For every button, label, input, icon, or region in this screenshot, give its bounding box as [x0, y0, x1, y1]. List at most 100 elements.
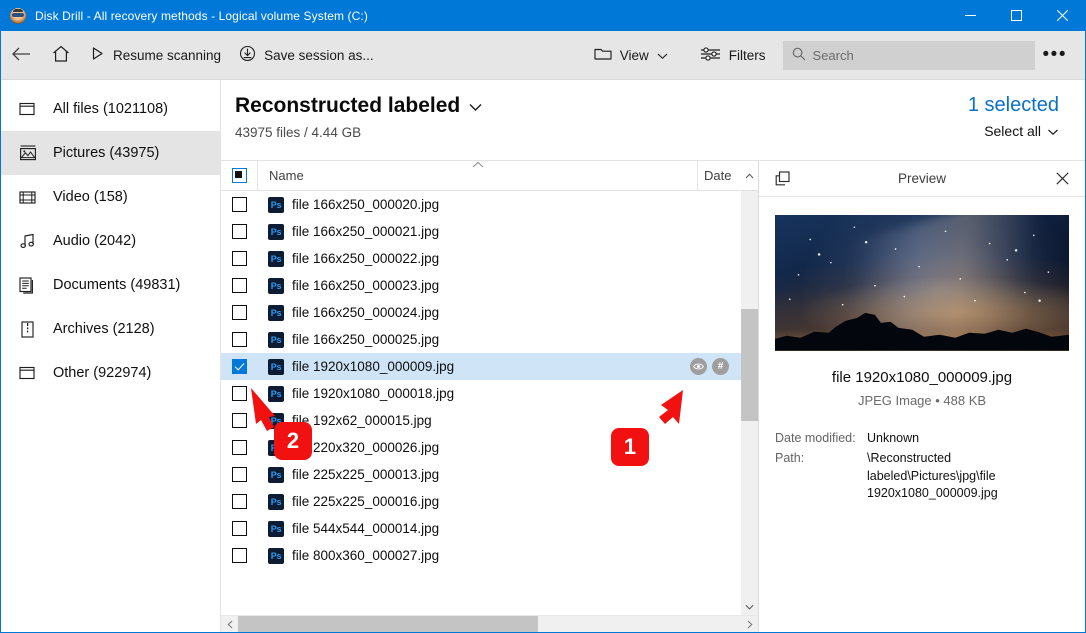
maximize-button[interactable]	[993, 0, 1039, 31]
scroll-down-button[interactable]	[741, 598, 758, 615]
page-title-row[interactable]: Reconstructed labeled	[235, 94, 968, 118]
hash-icon[interactable]: #	[712, 358, 729, 375]
search-placeholder: Search	[812, 47, 854, 63]
resume-scanning-button[interactable]: Resume scanning	[81, 37, 230, 73]
table-row[interactable]: Ps file 225x225_000013.jpg	[221, 461, 741, 488]
row-checkbox-cell[interactable]	[221, 521, 257, 536]
row-checkbox-cell[interactable]	[221, 440, 257, 455]
filters-label: Filters	[728, 47, 766, 63]
all-files-icon	[18, 99, 38, 119]
view-menu-button[interactable]: View	[585, 37, 677, 73]
audio-icon	[18, 231, 38, 251]
table-row[interactable]: Ps file 1920x1080_000009.jpg #	[221, 353, 741, 380]
selected-count: 1 selected	[967, 94, 1059, 116]
column-header-date[interactable]: Date	[697, 161, 741, 190]
detail-value: Unknown	[867, 431, 920, 445]
scroll-up-button[interactable]	[741, 161, 758, 190]
row-checkbox-cell[interactable]	[221, 197, 257, 212]
close-icon[interactable]	[1051, 172, 1073, 185]
row-checkbox[interactable]	[231, 251, 247, 266]
row-checkbox-cell[interactable]	[221, 224, 257, 239]
detail-key: Path:	[775, 450, 805, 465]
table-row[interactable]: Ps file 544x544_000014.jpg	[221, 515, 741, 542]
row-checkbox-cell[interactable]	[221, 359, 257, 374]
vertical-scrollbar[interactable]	[741, 191, 758, 615]
select-all-button[interactable]: Select all	[968, 123, 1059, 139]
horizontal-scroll-track[interactable]	[238, 615, 741, 632]
disk-drill-window: Disk Drill - All recovery methods - Logi…	[0, 0, 1086, 633]
row-filename: file 544x544_000014.jpg	[292, 521, 440, 536]
preview-filename: file 1920x1080_000009.jpg	[831, 369, 1013, 386]
row-name-cell: Ps file 166x250_000021.jpg	[257, 223, 741, 240]
row-name-cell: Ps file 166x250_000022.jpg	[257, 250, 741, 267]
horizontal-scroll-thumb[interactable]	[238, 615, 538, 632]
table-row[interactable]: Ps file 225x225_000016.jpg	[221, 488, 741, 515]
duplicate-panel-icon[interactable]	[771, 171, 793, 186]
row-checkbox[interactable]	[231, 224, 247, 239]
row-checkbox-cell[interactable]	[221, 467, 257, 482]
row-checkbox-cell[interactable]	[221, 278, 257, 293]
search-input[interactable]: Search	[782, 40, 1035, 70]
sidebar-item-documents[interactable]: Documents (49831)	[1, 263, 220, 307]
row-checkbox-cell[interactable]	[221, 251, 257, 266]
horizontal-scrollbar[interactable]	[221, 615, 758, 632]
row-checkbox[interactable]	[231, 467, 247, 482]
back-button[interactable]	[1, 37, 41, 73]
sidebar-item-pictures[interactable]: Pictures (43975)	[1, 131, 220, 175]
table-row[interactable]: Ps file 166x250_000021.jpg	[221, 218, 741, 245]
folder-icon	[594, 46, 612, 64]
row-filename: file 166x250_000023.jpg	[292, 278, 440, 293]
row-checkbox-cell[interactable]	[221, 548, 257, 563]
row-checkbox-cell[interactable]	[221, 494, 257, 509]
more-options-button[interactable]: •••	[1035, 45, 1075, 65]
sidebar-item-other[interactable]: Other (922974)	[1, 351, 220, 395]
table-row[interactable]: Ps file 166x250_000022.jpg	[221, 245, 741, 272]
scroll-left-button[interactable]	[221, 616, 238, 633]
files-summary: 43975 files / 4.44 GB	[235, 125, 362, 140]
row-filename: file 166x250_000022.jpg	[292, 251, 440, 266]
table-row[interactable]: Ps file 800x360_000027.jpg	[221, 542, 741, 569]
home-button[interactable]	[41, 37, 81, 73]
select-all-label: Select all	[984, 123, 1041, 139]
row-checkbox-cell[interactable]	[221, 332, 257, 347]
chevron-down-icon[interactable]	[468, 94, 483, 118]
filters-button[interactable]: Filters	[691, 37, 775, 73]
table-row[interactable]: Ps file 166x250_000024.jpg	[221, 299, 741, 326]
sidebar-item-archives[interactable]: Archives (2128)	[1, 307, 220, 351]
chevron-down-icon	[1047, 123, 1059, 139]
row-checkbox[interactable]	[231, 359, 247, 374]
download-icon	[239, 45, 256, 65]
header-checkbox[interactable]	[231, 168, 247, 183]
sidebar-item-label: Other (922974)	[53, 365, 152, 381]
main-header: Reconstructed labeled 43975 files / 4.44…	[221, 80, 1085, 160]
table-row[interactable]: Ps file 166x250_000025.jpg	[221, 326, 741, 353]
sidebar-item-label: Documents (49831)	[53, 277, 181, 293]
vertical-scroll-thumb[interactable]	[741, 309, 758, 421]
row-checkbox[interactable]	[231, 278, 247, 293]
row-checkbox[interactable]	[231, 332, 247, 347]
column-header-name[interactable]: Name	[257, 161, 697, 190]
table-row[interactable]: Ps file 166x250_000023.jpg	[221, 272, 741, 299]
page-title: Reconstructed labeled	[235, 94, 461, 117]
minimize-button[interactable]	[947, 0, 993, 31]
row-checkbox[interactable]	[231, 440, 247, 455]
row-checkbox[interactable]	[231, 521, 247, 536]
sidebar-item-audio[interactable]: Audio (2042)	[1, 219, 220, 263]
column-header-date-label: Date	[704, 168, 732, 183]
row-checkbox[interactable]	[231, 548, 247, 563]
sidebar-item-video[interactable]: Video (158)	[1, 175, 220, 219]
preview-image[interactable]	[775, 215, 1069, 351]
sidebar-item-all-files[interactable]: All files (1021108)	[1, 87, 220, 131]
row-checkbox-cell[interactable]	[221, 305, 257, 320]
save-session-button[interactable]: Save session as...	[230, 37, 383, 73]
detail-value: \Reconstructed labeled\Pictures\jpg\file…	[867, 450, 998, 501]
pictures-icon	[18, 143, 38, 163]
close-button[interactable]	[1039, 0, 1085, 31]
row-checkbox[interactable]	[231, 494, 247, 509]
row-checkbox[interactable]	[231, 305, 247, 320]
row-checkbox[interactable]	[231, 197, 247, 212]
scroll-right-button[interactable]	[741, 616, 758, 633]
eye-icon[interactable]	[690, 358, 707, 375]
select-all-checkbox-cell[interactable]	[221, 168, 257, 183]
table-row[interactable]: Ps file 166x250_000020.jpg	[221, 191, 741, 218]
